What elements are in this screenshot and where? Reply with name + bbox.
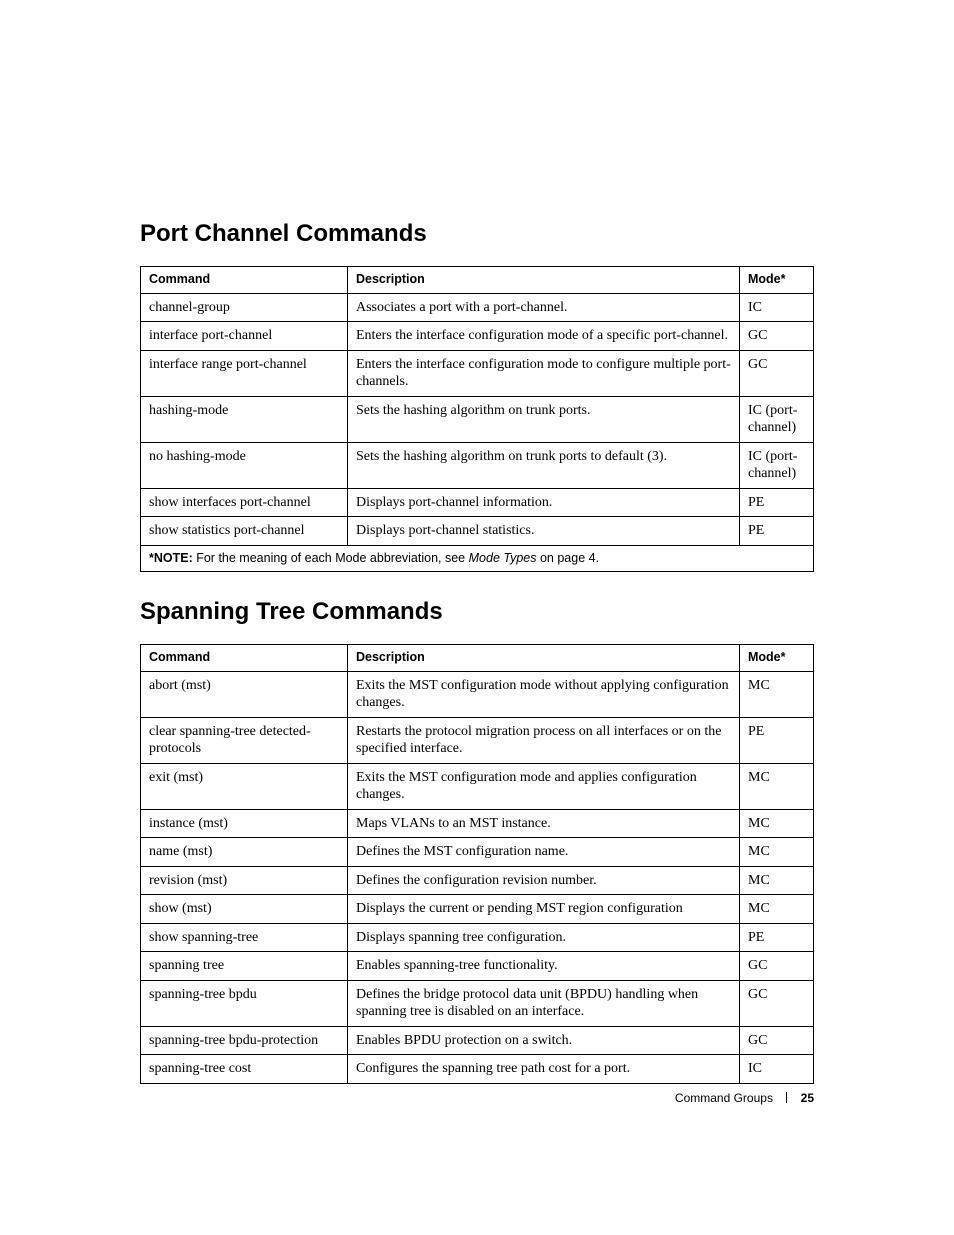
cell-mode: PE xyxy=(740,488,814,517)
port-channel-table: Command Description Mode* channel-groupA… xyxy=(140,266,814,572)
cell-command: abort (mst) xyxy=(141,671,348,717)
note-italic: Mode Types xyxy=(469,551,537,565)
cell-mode: GC xyxy=(740,952,814,981)
note-text: For the meaning of each Mode abbreviatio… xyxy=(193,551,469,565)
table-note-cell: *NOTE: For the meaning of each Mode abbr… xyxy=(141,545,814,572)
cell-description: Displays port-channel statistics. xyxy=(348,517,740,546)
table-header-row: Command Description Mode* xyxy=(141,267,814,294)
table-row: spanning treeEnables spanning-tree funct… xyxy=(141,952,814,981)
cell-description: Associates a port with a port-channel. xyxy=(348,293,740,322)
table-row: interface port-channelEnters the interfa… xyxy=(141,322,814,351)
header-command: Command xyxy=(141,645,348,672)
cell-command: show spanning-tree xyxy=(141,923,348,952)
table-row: spanning-tree bpdu-protectionEnables BPD… xyxy=(141,1026,814,1055)
cell-description: Restarts the protocol migration process … xyxy=(348,717,740,763)
cell-description: Enables BPDU protection on a switch. xyxy=(348,1026,740,1055)
cell-command: revision (mst) xyxy=(141,866,348,895)
table-row: show spanning-treeDisplays spanning tree… xyxy=(141,923,814,952)
table-row: clear spanning-tree detected-protocolsRe… xyxy=(141,717,814,763)
cell-description: Sets the hashing algorithm on trunk port… xyxy=(348,442,740,488)
table-row: name (mst)Defines the MST configuration … xyxy=(141,838,814,867)
cell-command: show statistics port-channel xyxy=(141,517,348,546)
cell-command: instance (mst) xyxy=(141,809,348,838)
cell-description: Sets the hashing algorithm on trunk port… xyxy=(348,396,740,442)
table-row: interface range port-channelEnters the i… xyxy=(141,350,814,396)
footer: Command Groups 25 xyxy=(675,1091,814,1105)
table-row: instance (mst)Maps VLANs to an MST insta… xyxy=(141,809,814,838)
cell-mode: GC xyxy=(740,1026,814,1055)
cell-description: Exits the MST configuration mode without… xyxy=(348,671,740,717)
cell-description: Enters the interface configuration mode … xyxy=(348,322,740,351)
table-row: abort (mst)Exits the MST configuration m… xyxy=(141,671,814,717)
table-row: show (mst)Displays the current or pendin… xyxy=(141,895,814,924)
cell-description: Displays port-channel information. xyxy=(348,488,740,517)
cell-command: spanning-tree bpdu xyxy=(141,980,348,1026)
header-mode: Mode* xyxy=(740,645,814,672)
header-mode: Mode* xyxy=(740,267,814,294)
cell-description: Exits the MST configuration mode and app… xyxy=(348,763,740,809)
cell-mode: PE xyxy=(740,717,814,763)
cell-command: spanning-tree bpdu-protection xyxy=(141,1026,348,1055)
footer-separator-icon xyxy=(786,1092,787,1103)
cell-mode: IC xyxy=(740,1055,814,1084)
cell-command: exit (mst) xyxy=(141,763,348,809)
cell-mode: MC xyxy=(740,809,814,838)
section-title-spanning-tree: Spanning Tree Commands xyxy=(140,598,814,626)
cell-description: Enters the interface configuration mode … xyxy=(348,350,740,396)
cell-mode: MC xyxy=(740,838,814,867)
cell-description: Displays the current or pending MST regi… xyxy=(348,895,740,924)
footer-section: Command Groups xyxy=(675,1091,773,1105)
cell-command: hashing-mode xyxy=(141,396,348,442)
cell-command: channel-group xyxy=(141,293,348,322)
table-row: show interfaces port-channelDisplays por… xyxy=(141,488,814,517)
cell-command: spanning-tree cost xyxy=(141,1055,348,1084)
cell-command: name (mst) xyxy=(141,838,348,867)
table-header-row: Command Description Mode* xyxy=(141,645,814,672)
table-note-row: *NOTE: For the meaning of each Mode abbr… xyxy=(141,545,814,572)
note-text: on page 4. xyxy=(536,551,599,565)
cell-command: clear spanning-tree detected-protocols xyxy=(141,717,348,763)
cell-mode: GC xyxy=(740,350,814,396)
table-row: exit (mst)Exits the MST configuration mo… xyxy=(141,763,814,809)
cell-command: interface range port-channel xyxy=(141,350,348,396)
cell-description: Displays spanning tree configuration. xyxy=(348,923,740,952)
cell-command: no hashing-mode xyxy=(141,442,348,488)
header-command: Command xyxy=(141,267,348,294)
footer-page-number: 25 xyxy=(801,1091,814,1105)
header-description: Description xyxy=(348,645,740,672)
spanning-tree-table: Command Description Mode* abort (mst)Exi… xyxy=(140,644,814,1084)
cell-description: Maps VLANs to an MST instance. xyxy=(348,809,740,838)
table-row: spanning-tree bpduDefines the bridge pro… xyxy=(141,980,814,1026)
cell-description: Enables spanning-tree functionality. xyxy=(348,952,740,981)
table-row: show statistics port-channelDisplays por… xyxy=(141,517,814,546)
table-row: revision (mst)Defines the configuration … xyxy=(141,866,814,895)
cell-mode: GC xyxy=(740,980,814,1026)
cell-description: Configures the spanning tree path cost f… xyxy=(348,1055,740,1084)
cell-description: Defines the MST configuration name. xyxy=(348,838,740,867)
cell-command: show interfaces port-channel xyxy=(141,488,348,517)
table-row: channel-groupAssociates a port with a po… xyxy=(141,293,814,322)
cell-mode: PE xyxy=(740,517,814,546)
cell-mode: MC xyxy=(740,895,814,924)
cell-mode: MC xyxy=(740,671,814,717)
cell-mode: IC xyxy=(740,293,814,322)
cell-mode: MC xyxy=(740,763,814,809)
table-row: no hashing-modeSets the hashing algorith… xyxy=(141,442,814,488)
cell-command: interface port-channel xyxy=(141,322,348,351)
cell-mode: IC (port-channel) xyxy=(740,396,814,442)
cell-description: Defines the configuration revision numbe… xyxy=(348,866,740,895)
cell-mode: PE xyxy=(740,923,814,952)
note-label: *NOTE: xyxy=(149,551,193,565)
table-row: spanning-tree costConfigures the spannin… xyxy=(141,1055,814,1084)
section-title-port-channel: Port Channel Commands xyxy=(140,220,814,248)
page: Port Channel Commands Command Descriptio… xyxy=(0,0,954,1235)
header-description: Description xyxy=(348,267,740,294)
cell-mode: IC (port-channel) xyxy=(740,442,814,488)
cell-mode: GC xyxy=(740,322,814,351)
cell-command: spanning tree xyxy=(141,952,348,981)
cell-mode: MC xyxy=(740,866,814,895)
cell-command: show (mst) xyxy=(141,895,348,924)
cell-description: Defines the bridge protocol data unit (B… xyxy=(348,980,740,1026)
table-row: hashing-modeSets the hashing algorithm o… xyxy=(141,396,814,442)
